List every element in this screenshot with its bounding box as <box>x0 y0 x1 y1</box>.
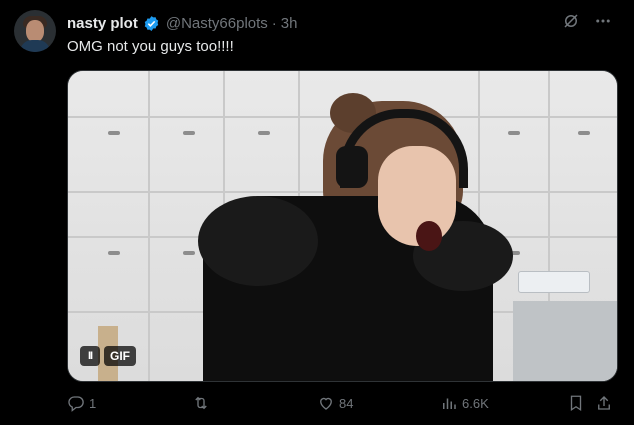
views-icon <box>443 398 456 409</box>
pause-button[interactable]: II <box>80 346 100 366</box>
desk <box>513 301 617 381</box>
timestamp[interactable]: 3h <box>281 15 298 32</box>
gif-media[interactable]: II GIF <box>67 70 618 382</box>
verified-badge-icon[interactable] <box>143 15 160 32</box>
gif-badge: II GIF <box>80 346 136 366</box>
share-action[interactable] <box>595 394 613 412</box>
tweet-header: nasty plot @Nasty66plots · 3h <box>67 12 624 34</box>
views-action[interactable]: 6.6K <box>440 394 489 412</box>
bookmark-icon <box>570 395 582 412</box>
gif-label: GIF <box>104 346 136 366</box>
reply-icon <box>68 396 84 412</box>
avatar-face <box>26 20 44 42</box>
reply-action[interactable]: 1 <box>67 394 96 412</box>
like-icon <box>320 397 332 410</box>
reply-count: 1 <box>89 395 97 411</box>
tweet-text: OMG not you guys too!!!! <box>67 38 234 55</box>
repost-icon <box>195 396 207 410</box>
user-handle[interactable]: @Nasty66plots <box>166 15 268 32</box>
avatar[interactable] <box>14 10 56 52</box>
grok-icon[interactable] <box>562 12 580 35</box>
repost-action[interactable] <box>192 394 214 412</box>
like-action[interactable]: 84 <box>317 394 353 412</box>
like-count: 84 <box>339 395 354 411</box>
share-icon <box>598 396 610 410</box>
avatar-shirt <box>20 40 50 52</box>
desk-tray <box>518 271 590 293</box>
more-icon[interactable] <box>594 12 612 35</box>
display-name[interactable]: nasty plot <box>67 15 138 32</box>
header-actions <box>562 12 612 34</box>
person-mouth <box>416 221 442 251</box>
separator-dot: · <box>271 14 277 32</box>
headphone-cup <box>336 146 368 188</box>
ruffle-left <box>198 196 318 286</box>
action-bar: 1 84 6.6K <box>67 394 622 416</box>
bookmark-action[interactable] <box>567 394 585 412</box>
views-count: 6.6K <box>462 395 489 411</box>
